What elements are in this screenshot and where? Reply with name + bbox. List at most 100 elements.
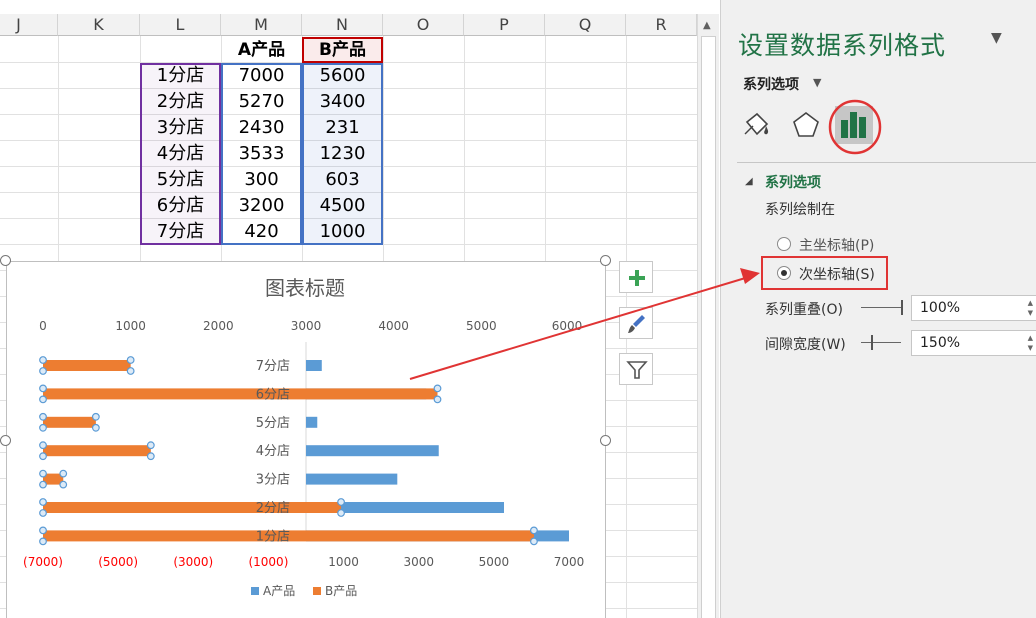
selection-handle bbox=[126, 356, 135, 364]
primary-axis-radio[interactable] bbox=[777, 237, 791, 251]
bar-A产品 bbox=[306, 473, 398, 485]
category-label: 7分店 bbox=[256, 359, 290, 374]
bar-B产品 bbox=[43, 360, 131, 371]
category-label: 1分店 bbox=[256, 529, 290, 544]
bar-chart[interactable]: 图表标题 0 1000 2000 3000 4000 5000 6000 1分店 2分店 3分店 4分… bbox=[7, 262, 607, 618]
range-highlight-border bbox=[302, 37, 383, 63]
range-highlight-border bbox=[221, 63, 302, 245]
gap-width-input[interactable]: 150% ▲ ▼ bbox=[911, 330, 1036, 356]
overlap-input[interactable]: 100% ▲ ▼ bbox=[911, 295, 1036, 321]
fill-line-icon[interactable] bbox=[739, 108, 773, 142]
spin-down-icon[interactable]: ▼ bbox=[1028, 309, 1033, 317]
spin-up-icon[interactable]: ▲ bbox=[1028, 334, 1033, 342]
category-label: 2分店 bbox=[256, 501, 290, 516]
pane-title: 设置数据系列格式 bbox=[738, 31, 947, 60]
selection-handle bbox=[91, 423, 100, 432]
bar-B产品 bbox=[43, 502, 342, 513]
scroll-up-icon[interactable]: ▲ bbox=[703, 20, 711, 31]
bar-B产品 bbox=[43, 445, 151, 457]
bottom-axis-tick-label: (5000) bbox=[98, 555, 138, 569]
bar-B产品 bbox=[43, 388, 438, 400]
bottom-axis-tick-label: 1000 bbox=[328, 555, 359, 569]
selection-handle bbox=[39, 480, 47, 489]
resize-handle-top-left[interactable] bbox=[0, 255, 11, 266]
chart-styles-button[interactable] bbox=[619, 307, 653, 339]
column-header-o[interactable]: O bbox=[383, 14, 464, 36]
chart-elements-button[interactable] bbox=[619, 261, 653, 293]
section-title[interactable]: 系列选项 bbox=[765, 172, 821, 192]
bottom-axis-tick-label: (1000) bbox=[248, 555, 288, 569]
selection-handle bbox=[337, 498, 345, 506]
primary-axis-label[interactable]: 主坐标轴(P) bbox=[799, 235, 874, 255]
gap-width-label: 间隙宽度(W) bbox=[765, 337, 846, 353]
bottom-axis-tick-label: 7000 bbox=[554, 555, 585, 569]
gap-width-slider-thumb[interactable] bbox=[871, 335, 873, 350]
selection-handle bbox=[39, 423, 47, 432]
column-header-n[interactable]: N bbox=[302, 14, 383, 36]
column-header-l[interactable]: L bbox=[140, 14, 221, 36]
selection-handle bbox=[337, 509, 345, 517]
range-highlight-border bbox=[140, 63, 221, 245]
vertical-scrollbar[interactable]: ▲ bbox=[697, 14, 719, 618]
column-header-r[interactable]: R bbox=[626, 14, 697, 36]
resize-handle-right[interactable] bbox=[600, 435, 611, 446]
selection-handle bbox=[433, 384, 442, 393]
dropdown-arrow-icon[interactable]: ▼ bbox=[813, 76, 821, 89]
selection-handle bbox=[39, 498, 47, 506]
plot-series-on-label: 系列绘制在 bbox=[765, 202, 835, 218]
overlap-label: 系列重叠(O) bbox=[765, 302, 843, 318]
brush-icon bbox=[628, 315, 645, 333]
selection-handle bbox=[146, 452, 155, 461]
column-header-p[interactable]: P bbox=[464, 14, 545, 36]
bar-A产品 bbox=[306, 445, 439, 457]
selection-handle bbox=[126, 367, 135, 375]
selection-handle bbox=[146, 441, 155, 450]
selection-handle bbox=[39, 356, 47, 364]
top-axis-tick-label: 2000 bbox=[203, 319, 234, 333]
bottom-axis-tick-label: 3000 bbox=[403, 555, 434, 569]
selection-handle bbox=[39, 441, 47, 450]
overlap-slider-thumb[interactable] bbox=[901, 300, 903, 315]
gap-width-slider[interactable] bbox=[861, 342, 901, 343]
pane-menu-chevron-icon[interactable]: ▼ bbox=[991, 30, 1002, 46]
bar-A产品 bbox=[306, 360, 322, 371]
plus-icon bbox=[629, 270, 645, 286]
overlap-value: 100% bbox=[920, 300, 961, 316]
category-label: 6分店 bbox=[256, 387, 290, 402]
bottom-axis-tick-label: 5000 bbox=[479, 555, 510, 569]
effects-pentagon-icon[interactable] bbox=[791, 110, 821, 140]
category-label: 4分店 bbox=[256, 444, 290, 459]
collapse-triangle-icon[interactable]: ◢ bbox=[745, 176, 753, 187]
scrollbar-thumb[interactable] bbox=[701, 36, 716, 618]
chart-area[interactable]: 图表标题 0 1000 2000 3000 4000 5000 6000 1分店 2分店 3分店 4分… bbox=[6, 261, 606, 618]
resize-handle-top-right[interactable] bbox=[600, 255, 611, 266]
resize-handle-left[interactable] bbox=[0, 435, 11, 446]
chart-filters-button[interactable] bbox=[619, 353, 653, 385]
selection-handle bbox=[39, 384, 47, 393]
column-header-q[interactable]: Q bbox=[545, 14, 626, 36]
bar-B产品 bbox=[43, 416, 96, 428]
spin-up-icon[interactable]: ▲ bbox=[1028, 299, 1033, 307]
table-header-cell[interactable] bbox=[140, 37, 221, 63]
top-axis-tick-label: 3000 bbox=[291, 319, 322, 333]
column-header-j[interactable]: J bbox=[0, 14, 58, 36]
category-label: 5分店 bbox=[256, 416, 290, 431]
bottom-axis-tick-label: (7000) bbox=[23, 555, 63, 569]
overlap-slider[interactable] bbox=[861, 307, 901, 308]
selection-handle bbox=[39, 526, 47, 535]
spin-down-icon[interactable]: ▼ bbox=[1028, 344, 1033, 352]
selection-handle bbox=[39, 367, 47, 375]
selection-handle bbox=[39, 469, 47, 478]
column-header-m[interactable]: M bbox=[221, 14, 302, 36]
top-axis-tick-label: 0 bbox=[39, 319, 47, 333]
legend-swatch bbox=[251, 587, 259, 595]
bar-A产品 bbox=[306, 416, 318, 428]
series-options-dropdown[interactable]: 系列选项 bbox=[743, 74, 799, 94]
gap-width-value: 150% bbox=[920, 335, 961, 351]
table-header-cell[interactable]: A产品 bbox=[221, 37, 302, 63]
bottom-axis-tick-label: (3000) bbox=[173, 555, 213, 569]
selection-handle bbox=[39, 452, 47, 461]
annotation-circle bbox=[828, 99, 882, 155]
column-header-k[interactable]: K bbox=[58, 14, 140, 36]
top-axis-tick-label: 4000 bbox=[378, 319, 409, 333]
